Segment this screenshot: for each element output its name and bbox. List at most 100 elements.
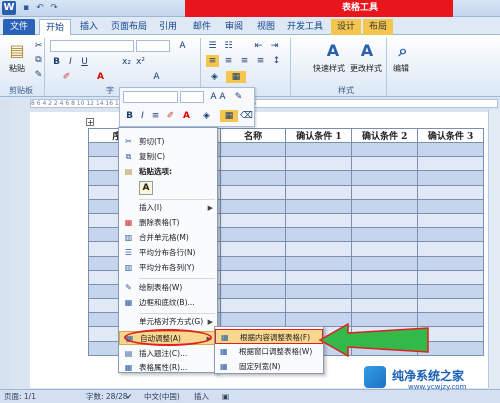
menu-item-table-properties[interactable]: ▦ 表格属性(R)... xyxy=(119,361,217,375)
change-styles-label[interactable]: 更改样式 xyxy=(346,63,386,74)
table-cell[interactable] xyxy=(285,255,353,271)
table-cell[interactable] xyxy=(285,184,353,200)
tab-insert[interactable]: 插入 xyxy=(73,19,105,35)
tab-review[interactable]: 审阅 xyxy=(219,19,249,35)
table-cell[interactable] xyxy=(417,241,484,257)
table-header-cell[interactable]: 确认条件 3 xyxy=(417,128,484,143)
table-header-cell[interactable]: 确认条件 1 xyxy=(285,128,353,143)
underline-button[interactable]: U xyxy=(78,56,91,68)
change-styles-icon[interactable]: A xyxy=(356,40,378,62)
table-cell[interactable] xyxy=(219,141,287,158)
table-cell[interactable] xyxy=(219,298,287,314)
table-cell[interactable] xyxy=(285,241,353,257)
menu-item-borders[interactable]: ▦ 边框和底纹(B)... xyxy=(119,296,217,310)
tab-page-layout[interactable]: 页面布局 xyxy=(107,19,151,35)
status-page[interactable]: 页面: 1/1 xyxy=(4,390,36,403)
status-insert-mode[interactable]: 插入 xyxy=(194,390,209,403)
table-cell[interactable] xyxy=(285,283,353,300)
table-cell[interactable] xyxy=(351,241,419,257)
align-center-button[interactable]: ≡ xyxy=(222,55,235,67)
tab-design[interactable]: 设计 xyxy=(331,19,361,35)
borders-button[interactable]: ▦ xyxy=(226,71,246,83)
table-cell[interactable] xyxy=(351,212,419,229)
tab-view[interactable]: 视图 xyxy=(251,19,281,35)
submenu-item-fit-window[interactable]: ▦ 根据窗口调整表格(W) xyxy=(215,344,323,359)
table-cell[interactable] xyxy=(285,298,353,314)
tab-developer[interactable]: 开发工具 xyxy=(283,19,327,35)
table-cell[interactable] xyxy=(285,227,353,243)
menu-item-insert-caption[interactable]: ▤ 插入题注(C)... xyxy=(119,347,217,361)
quick-styles-label[interactable]: 快速样式 xyxy=(310,63,348,74)
mini-font-color-button[interactable]: A xyxy=(180,110,193,122)
submenu-item-fit-content[interactable]: ▦ 根据内容调整表格(F) xyxy=(215,329,323,344)
table-cell[interactable] xyxy=(285,156,353,172)
tab-references[interactable]: 引用 xyxy=(153,19,183,35)
vertical-scrollbar[interactable] xyxy=(488,110,500,388)
macro-record-icon[interactable]: ▣ xyxy=(222,390,229,403)
mini-bold-button[interactable]: B xyxy=(123,110,136,122)
word-app-icon[interactable]: W xyxy=(2,1,16,15)
menu-item-copy[interactable]: ⧉ 复制(C) xyxy=(119,150,217,164)
undo-icon[interactable]: ↶ xyxy=(34,2,46,14)
table-cell[interactable] xyxy=(219,156,287,172)
menu-item-distribute-cols[interactable]: ▥ 平均分布各列(Y) xyxy=(119,261,217,275)
table-cell[interactable] xyxy=(417,156,484,172)
find-icon[interactable]: ⌕ xyxy=(392,40,414,62)
paste-icon[interactable]: ▤ xyxy=(6,40,28,62)
table-cell[interactable] xyxy=(219,255,287,271)
bold-button[interactable]: B xyxy=(50,56,63,68)
table-cell[interactable] xyxy=(417,212,484,229)
table-header-cell[interactable]: 名称 xyxy=(219,128,287,143)
table-cell[interactable] xyxy=(351,156,419,172)
quick-styles-icon[interactable]: A xyxy=(322,40,344,62)
menu-item-distribute-rows[interactable]: ☰ 平均分布各行(N) xyxy=(119,246,217,260)
table-cell[interactable] xyxy=(285,141,353,158)
table-cell[interactable] xyxy=(351,269,419,285)
shading-button[interactable]: ◈ xyxy=(208,71,221,83)
menu-item-cut[interactable]: ✂ 剪切(T) xyxy=(119,135,217,149)
table-cell[interactable] xyxy=(219,269,287,285)
table-cell[interactable] xyxy=(417,170,484,186)
mini-italic-button[interactable]: I xyxy=(136,110,149,122)
highlight-color-icon[interactable]: ✐ xyxy=(60,71,73,83)
table-cell[interactable] xyxy=(351,298,419,314)
status-language[interactable]: 中文(中国) xyxy=(144,390,180,403)
mini-grow-shrink-font[interactable]: A A xyxy=(206,91,230,103)
mini-eraser-icon[interactable]: ⌫ xyxy=(240,110,253,122)
table-cell[interactable] xyxy=(219,283,287,300)
table-cell[interactable] xyxy=(351,255,419,271)
table-cell[interactable] xyxy=(417,255,484,271)
table-cell[interactable] xyxy=(417,283,484,300)
tab-layout[interactable]: 布局 xyxy=(363,19,393,35)
align-left-button[interactable]: ≡ xyxy=(206,55,219,67)
table-cell[interactable] xyxy=(417,198,484,214)
paste-label[interactable]: 粘贴 xyxy=(4,63,30,74)
table-cell[interactable] xyxy=(351,227,419,243)
table-cell[interactable] xyxy=(219,184,287,200)
table-cell[interactable] xyxy=(417,227,484,243)
menu-item-insert[interactable]: 插入(I) ▶ xyxy=(119,201,217,215)
table-cell[interactable] xyxy=(285,170,353,186)
table-cell[interactable] xyxy=(285,269,353,285)
decrease-indent-icon[interactable]: ⇤ xyxy=(252,40,265,52)
char-shading-button[interactable]: A xyxy=(150,71,163,83)
font-name-combo[interactable] xyxy=(50,40,134,52)
align-right-button[interactable]: ≡ xyxy=(238,55,251,67)
tab-home[interactable]: 开始 xyxy=(39,19,71,35)
mini-font-combo[interactable] xyxy=(123,91,178,103)
status-words[interactable]: 字数: 28/28 xyxy=(86,390,128,403)
save-icon[interactable]: ▪ xyxy=(20,2,32,14)
mini-borders-button[interactable]: ▦ xyxy=(220,110,238,122)
italic-button[interactable]: I xyxy=(64,56,77,68)
table-cell[interactable] xyxy=(351,170,419,186)
table-cell[interactable] xyxy=(219,312,287,328)
table-cell[interactable] xyxy=(351,141,419,158)
table-move-handle-icon[interactable]: + xyxy=(86,118,94,127)
menu-item-merge-cells[interactable]: ▥ 合并单元格(M) xyxy=(119,231,217,245)
mini-highlight-icon[interactable]: ✐ xyxy=(164,110,177,122)
table-cell[interactable] xyxy=(219,212,287,229)
table-cell[interactable] xyxy=(351,198,419,214)
table-cell[interactable] xyxy=(219,227,287,243)
table-cell[interactable] xyxy=(417,269,484,285)
paste-keep-text-button[interactable]: A xyxy=(139,181,153,195)
